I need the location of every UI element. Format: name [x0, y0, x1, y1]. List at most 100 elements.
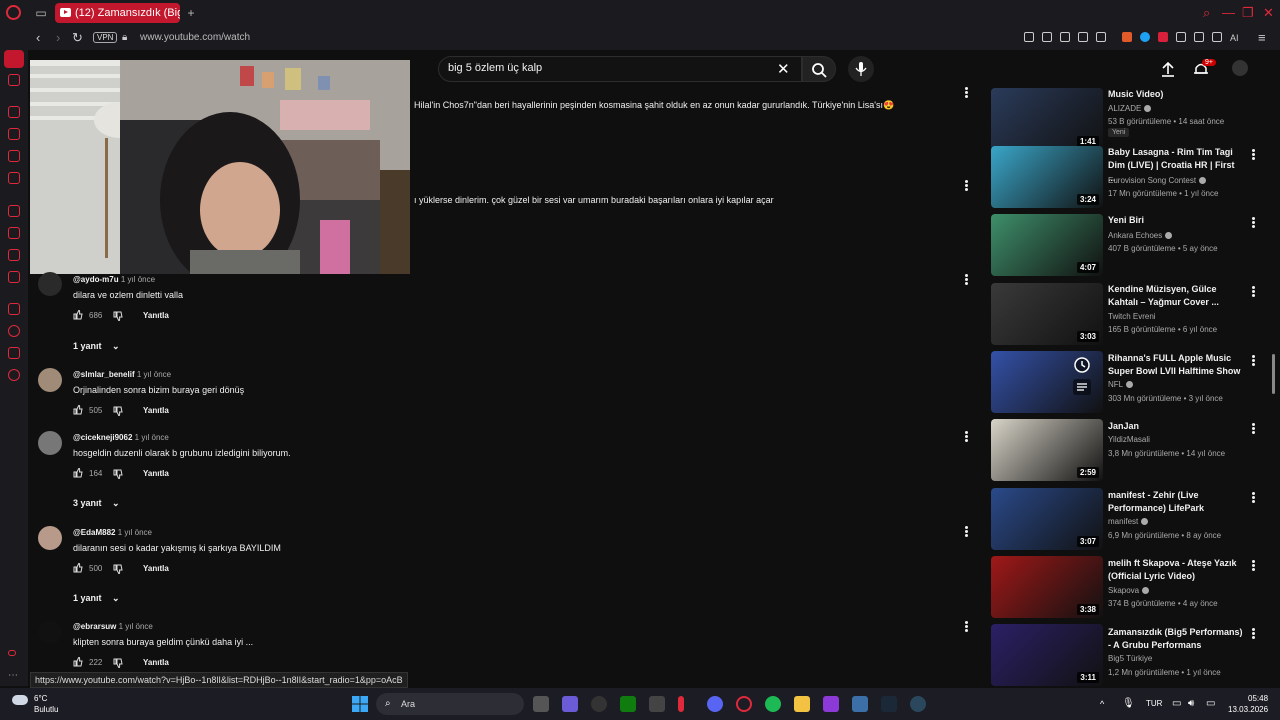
video-channel[interactable]: Big5 Türkiye: [1108, 654, 1152, 663]
video-menu-icon[interactable]: [1252, 632, 1255, 635]
voice-search-button[interactable]: [848, 56, 874, 82]
comment-author[interactable]: @EdaM882 1 yıl önce: [73, 528, 152, 537]
video-menu-icon[interactable]: [1252, 290, 1255, 293]
steam-2-icon[interactable]: [910, 696, 926, 712]
shield-icon[interactable]: [1060, 32, 1070, 42]
clock-icon[interactable]: [1073, 356, 1091, 374]
reply-button[interactable]: Yanıtla: [143, 658, 169, 667]
video-thumbnail[interactable]: 3:07: [991, 488, 1103, 550]
video-title[interactable]: Yeni Biri: [1108, 214, 1244, 227]
search-tabs-icon[interactable]: ⌕: [1203, 5, 1210, 21]
video-channel[interactable]: Eurovision Song Contest: [1108, 176, 1207, 185]
thumbs-up-icon[interactable]: [73, 405, 83, 415]
video-menu-icon[interactable]: [1252, 564, 1255, 567]
video-channel[interactable]: YildizMasali: [1108, 435, 1150, 444]
sidebar-tabs-icon[interactable]: [8, 74, 20, 86]
reload-button[interactable]: ↻: [72, 30, 83, 46]
comment-author[interactable]: @cicekneji9062 1 yıl önce: [73, 433, 169, 442]
comment-author[interactable]: @ebrarsuw 1 yıl önce: [73, 622, 153, 631]
video-thumbnail[interactable]: 3:11: [991, 624, 1103, 686]
ai-button[interactable]: AI: [1230, 33, 1239, 43]
lock-icon[interactable]: 🔒︎: [122, 32, 127, 43]
maximize-button[interactable]: ❐: [1242, 5, 1254, 21]
clock-date[interactable]: 13.03.2026: [1228, 705, 1268, 714]
sidebar-aria-icon[interactable]: [8, 106, 20, 118]
video-channel[interactable]: NFL: [1108, 380, 1134, 389]
weather-cloud-icon[interactable]: [12, 695, 28, 705]
extension-3-icon[interactable]: [1158, 32, 1168, 42]
store-icon[interactable]: [649, 696, 665, 712]
video-thumbnail[interactable]: 3:24: [991, 146, 1103, 208]
sidebar-home-icon[interactable]: [4, 50, 24, 68]
task-view-icon[interactable]: [533, 696, 549, 712]
microphone-icon[interactable]: 🎙︎: [1122, 698, 1135, 709]
extension-2-icon[interactable]: [1140, 32, 1150, 42]
comment-menu-icon[interactable]: [965, 278, 968, 281]
video-title[interactable]: Music Video): [1108, 88, 1244, 101]
opera-menu-icon[interactable]: [6, 5, 21, 20]
sidebar-x-icon[interactable]: [8, 271, 20, 283]
sidebar-player-icon[interactable]: [8, 303, 20, 315]
thumbs-down-icon[interactable]: [113, 311, 123, 321]
file-explorer-icon[interactable]: [794, 696, 810, 712]
discord-icon[interactable]: [707, 696, 723, 712]
chrome-icon[interactable]: [591, 696, 607, 712]
battery-icon[interactable]: ▭: [1206, 698, 1215, 709]
weather-desc[interactable]: Bulutlu: [34, 705, 58, 714]
video-thumbnail[interactable]: 2:59: [991, 419, 1103, 481]
sidebar-gx-icon[interactable]: [8, 650, 16, 656]
avatar[interactable]: [38, 368, 62, 392]
video-menu-icon[interactable]: [1252, 496, 1255, 499]
comment-author[interactable]: @aydo-m7u 1 yıl önce: [73, 275, 155, 284]
profile-icon[interactable]: [1194, 32, 1204, 42]
extension-1-icon[interactable]: [1122, 32, 1132, 42]
tray-overflow-icon[interactable]: ^: [1100, 699, 1104, 709]
back-button[interactable]: ‹: [36, 30, 40, 45]
video-title[interactable]: Kendine Müzisyen, Gülce Kahtalı – Yağmur…: [1108, 283, 1244, 309]
app-red-icon[interactable]: [678, 696, 684, 712]
video-title[interactable]: melih ft Skapova - Ateşe Yazık (Official…: [1108, 557, 1244, 583]
thumbs-up-icon[interactable]: [73, 563, 83, 573]
queue-icon[interactable]: [1073, 379, 1091, 395]
xbox-icon[interactable]: [620, 696, 636, 712]
play-icon[interactable]: [1078, 32, 1088, 42]
avatar[interactable]: [38, 272, 62, 296]
sidebar-bag-icon[interactable]: [8, 128, 20, 140]
weather-temp[interactable]: 6°C: [34, 694, 47, 703]
video-menu-icon[interactable]: [1252, 221, 1255, 224]
tab-workspaces-icon[interactable]: ▭: [34, 6, 48, 20]
windows-start-icon[interactable]: [352, 696, 368, 712]
comment-author[interactable]: @slmlar_benelif 1 yıl önce: [73, 370, 171, 379]
video-thumbnail[interactable]: [991, 351, 1103, 413]
video-menu-icon[interactable]: [1252, 427, 1255, 430]
video-thumbnail[interactable]: 3:03: [991, 283, 1103, 345]
tab-youtube[interactable]: (12) Zamansızdık (Big5 Per: [55, 3, 180, 23]
thumbs-down-icon[interactable]: [113, 658, 123, 668]
new-tab-button[interactable]: +: [184, 6, 198, 20]
url-field[interactable]: www.youtube.com/watch: [140, 32, 250, 43]
download-icon[interactable]: [1212, 32, 1222, 42]
extensions-icon[interactable]: [1176, 32, 1186, 42]
volume-icon[interactable]: 🔊︎: [1188, 698, 1194, 709]
steam-icon[interactable]: [881, 696, 897, 712]
search-button[interactable]: [802, 56, 836, 82]
clear-search-button[interactable]: ✕: [777, 60, 790, 78]
video-thumbnail[interactable]: 1:41: [991, 88, 1103, 150]
thumbs-up-icon[interactable]: [73, 310, 83, 320]
upload-icon[interactable]: [1160, 60, 1176, 78]
minimize-button[interactable]: —: [1222, 5, 1235, 20]
comment-menu-icon[interactable]: [965, 91, 968, 94]
video-title[interactable]: Zamansızdık (Big5 Performans) - A Grubu …: [1108, 626, 1244, 652]
thumbs-down-icon[interactable]: [113, 469, 123, 479]
sidebar-whatsapp-icon[interactable]: [8, 227, 20, 239]
show-replies-button[interactable]: 3 yanıt ⌄: [73, 498, 120, 509]
close-window-button[interactable]: ✕: [1263, 5, 1274, 21]
account-avatar[interactable]: [1232, 60, 1248, 76]
video-channel[interactable]: Ankara Echoes: [1108, 231, 1173, 240]
heart-icon[interactable]: [1096, 32, 1106, 42]
video-channel[interactable]: Twitch Evreni: [1108, 312, 1156, 321]
pin-icon[interactable]: [1024, 32, 1034, 42]
vpn-badge[interactable]: VPN: [93, 32, 118, 43]
video-channel[interactable]: manifest: [1108, 517, 1149, 526]
video-menu-icon[interactable]: [1252, 359, 1255, 362]
